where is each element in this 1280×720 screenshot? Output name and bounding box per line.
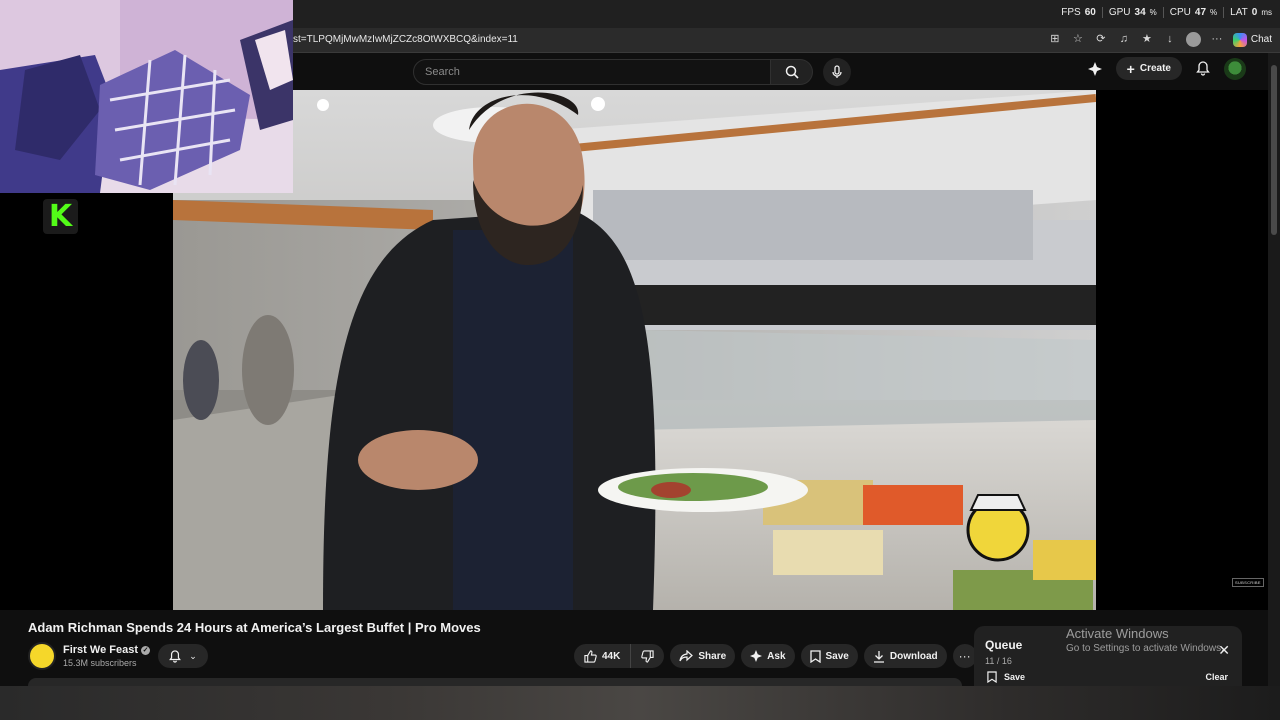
activate-line1: Activate Windows bbox=[1066, 626, 1169, 641]
webcam-feed bbox=[0, 0, 293, 193]
download-label: Download bbox=[889, 650, 938, 662]
like-dislike-group: 44K bbox=[574, 644, 665, 668]
video-actions: 44K Share Ask Save Download ··· bbox=[574, 644, 977, 668]
share-arrow-icon bbox=[679, 650, 694, 662]
bell-icon bbox=[169, 649, 182, 663]
microphone-icon bbox=[832, 65, 842, 78]
like-button[interactable]: 44K bbox=[574, 644, 632, 668]
verified-icon: ✓ bbox=[141, 645, 150, 655]
video-scene bbox=[173, 90, 1096, 610]
ask-button[interactable]: Ask bbox=[741, 644, 795, 668]
profile-avatar[interactable] bbox=[1185, 32, 1201, 47]
queue-save-label: Save bbox=[1004, 672, 1026, 682]
subscription-bell-button[interactable]: ⌄ bbox=[158, 644, 208, 668]
fps-value: 60 bbox=[1084, 7, 1096, 18]
favorites-icon[interactable]: ★ bbox=[1140, 33, 1154, 47]
url-text[interactable]: st=TLPQMjMwMzIwMjZCZc8OtWXBCQ&index=11 bbox=[293, 34, 518, 45]
fps-label: FPS bbox=[1061, 7, 1081, 18]
search-button[interactable] bbox=[771, 59, 813, 85]
copilot-icon bbox=[1232, 32, 1247, 47]
screen: FPS 60 GPU 34% CPU 47% LAT 0 ms st=TLPQMjMwMz… bbox=[0, 0, 1280, 720]
perf-overlay: FPS 60 GPU 34% CPU 47% LAT 0 ms bbox=[1061, 7, 1272, 18]
create-button[interactable]: + Create bbox=[1115, 57, 1182, 80]
search-placeholder: Search bbox=[425, 66, 460, 78]
channel-name[interactable]: First We Feast bbox=[63, 644, 138, 656]
gemini-sparkle-icon[interactable] bbox=[1087, 61, 1102, 76]
download-button[interactable]: Download bbox=[863, 644, 947, 668]
extensions-icon[interactable]: ⟳ bbox=[1094, 33, 1108, 47]
thumbs-down-icon bbox=[641, 649, 654, 663]
ask-label: Ask bbox=[767, 650, 786, 662]
page-scrollbar[interactable] bbox=[1268, 53, 1280, 686]
apps-icon[interactable]: ⊞ bbox=[1048, 33, 1062, 47]
gpu-value: 34 bbox=[1134, 7, 1146, 18]
taskbar-strip bbox=[0, 686, 1280, 720]
queue-title: Queue bbox=[985, 638, 1023, 652]
activate-windows-watermark: Activate Windows Go to Settings to activ… bbox=[1066, 626, 1224, 654]
activate-line2: Go to Settings to activate Windows. bbox=[1066, 643, 1224, 654]
channel-avatar[interactable] bbox=[28, 642, 56, 670]
like-count: 44K bbox=[602, 650, 621, 662]
header-actions: + Create bbox=[1087, 57, 1246, 80]
chevron-down-icon: ⌄ bbox=[189, 650, 197, 661]
search-icon bbox=[785, 65, 799, 79]
notifications-bell-icon[interactable] bbox=[1196, 61, 1210, 76]
bookmark-icon bbox=[987, 671, 997, 683]
media-icon[interactable]: ♫ bbox=[1117, 33, 1131, 47]
webcam-overlay bbox=[0, 0, 293, 193]
voice-search-button[interactable] bbox=[823, 58, 851, 86]
save-button[interactable]: Save bbox=[800, 644, 858, 668]
queue-clear-button[interactable]: Clear bbox=[1205, 672, 1228, 682]
chat-label: Chat bbox=[1250, 34, 1272, 45]
scrollbar-thumb[interactable] bbox=[1271, 65, 1277, 235]
gpu-label: GPU bbox=[1108, 7, 1131, 18]
plus-icon: + bbox=[1126, 60, 1135, 77]
downloads-icon[interactable]: ↓ bbox=[1163, 33, 1177, 47]
share-label: Share bbox=[698, 650, 727, 662]
description-box[interactable] bbox=[28, 678, 962, 686]
dislike-button[interactable] bbox=[631, 644, 664, 668]
cpu-label: CPU bbox=[1169, 7, 1191, 18]
more-menu-icon[interactable]: ··· bbox=[1210, 33, 1224, 47]
channel-name-row[interactable]: First We Feast ✓ bbox=[63, 644, 150, 656]
favorite-star-icon[interactable]: ☆ bbox=[1071, 33, 1085, 47]
sparkle-icon bbox=[750, 650, 763, 662]
share-button[interactable]: Share bbox=[670, 644, 736, 668]
video-title: Adam Richman Spends 24 Hours at America’… bbox=[28, 620, 481, 635]
kick-logo: K bbox=[43, 199, 78, 234]
download-icon bbox=[873, 650, 884, 663]
queue-save-button[interactable]: Save bbox=[987, 671, 1025, 683]
lat-label: LAT bbox=[1230, 7, 1248, 18]
video-frame[interactable] bbox=[173, 90, 1096, 610]
subscriber-count: 15.3M subscribers bbox=[63, 658, 137, 668]
cpu-value: 47 bbox=[1194, 7, 1207, 18]
account-avatar[interactable] bbox=[1224, 57, 1246, 80]
thumbs-up-icon bbox=[584, 649, 597, 663]
subscribe-watermark[interactable]: SUBSCRIBE bbox=[1232, 578, 1264, 587]
browser-toolbar: ⊞ ☆ ⟳ ♫ ★ ↓ ··· Chat bbox=[1048, 32, 1272, 47]
create-label: Create bbox=[1139, 63, 1171, 74]
bookmark-icon bbox=[809, 649, 821, 663]
lat-value: 0 bbox=[1251, 7, 1258, 18]
queue-count: 11 / 16 bbox=[985, 656, 1012, 666]
search-input[interactable]: Search bbox=[413, 59, 771, 85]
copilot-chat-button[interactable]: Chat bbox=[1232, 32, 1272, 47]
save-label: Save bbox=[825, 650, 849, 662]
more-horizontal-icon: ··· bbox=[958, 649, 971, 663]
